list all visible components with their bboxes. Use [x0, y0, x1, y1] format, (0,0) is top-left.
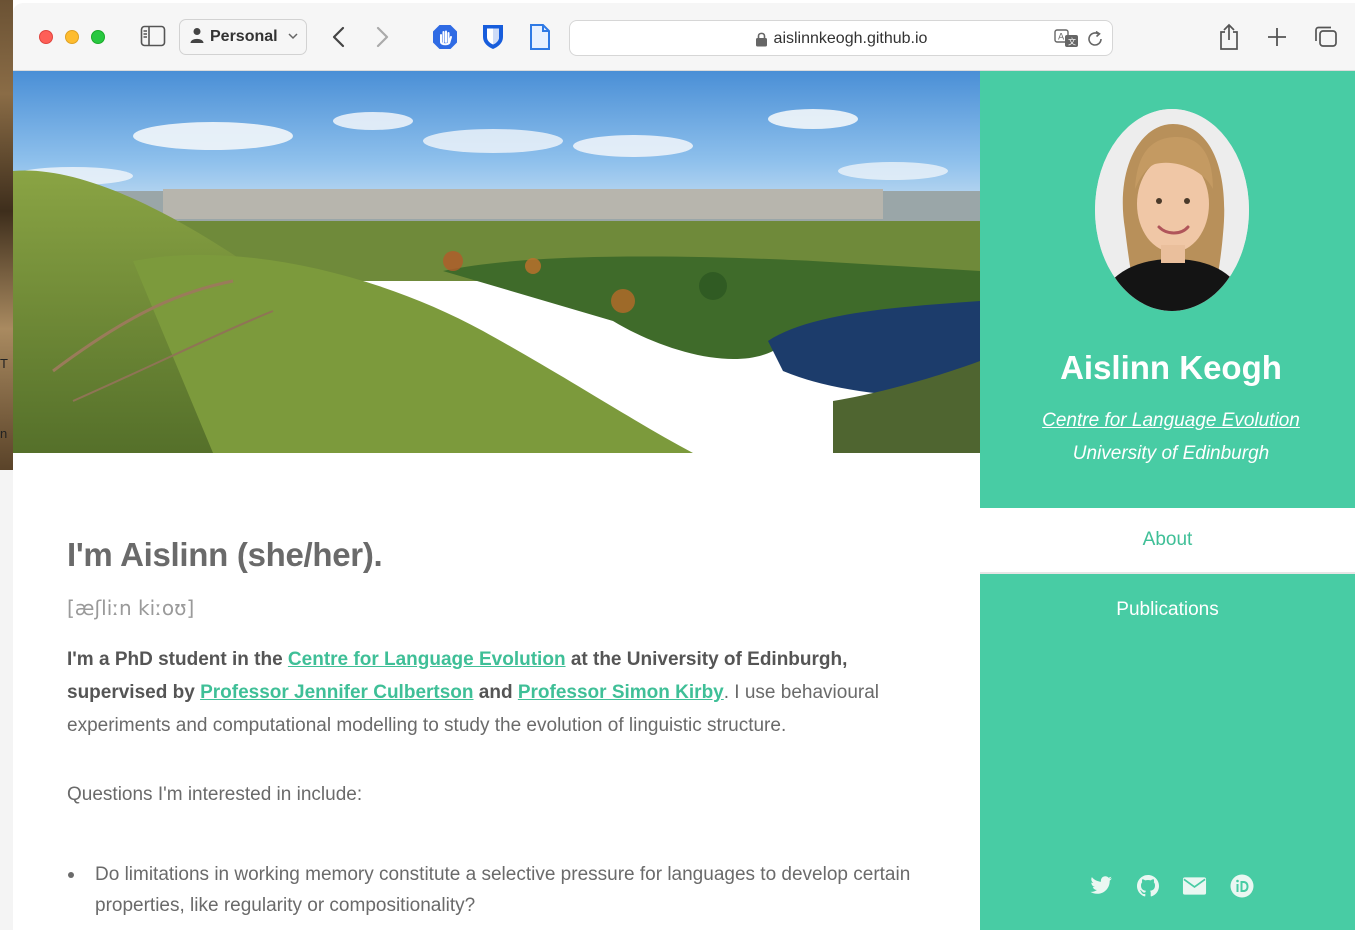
culbertson-link[interactable]: Professor Jennifer Culbertson [200, 682, 473, 703]
intro-text: and [473, 682, 518, 703]
plus-icon[interactable] [1265, 25, 1289, 49]
profile-label: Personal [210, 28, 278, 45]
pronunciation: [æʃliːn kiːoʊ] [67, 596, 195, 620]
url-text: aislinnkeogh.github.io [773, 30, 928, 47]
close-window-button[interactable] [39, 30, 53, 44]
github-icon[interactable] [1135, 873, 1160, 898]
document-icon[interactable] [527, 24, 553, 50]
avatar [1095, 109, 1249, 311]
hand-shield-icon[interactable] [432, 24, 458, 50]
share-icon[interactable] [1217, 23, 1241, 51]
back-icon[interactable] [326, 25, 350, 49]
desktop-edge: T n [0, 0, 13, 930]
intro-text: I'm a PhD student in the [67, 649, 288, 670]
cle-link[interactable]: Centre for Language Evolution [288, 649, 566, 670]
svg-text:A: A [1058, 33, 1065, 43]
sidebar-icon[interactable] [140, 25, 166, 47]
page-title: I'm Aislinn (she/her). [67, 536, 383, 573]
lock-icon [755, 31, 768, 47]
affiliation-link[interactable]: Centre for Language Evolution [1042, 410, 1300, 431]
kirby-link[interactable]: Professor Simon Kirby [518, 682, 724, 703]
twitter-icon[interactable] [1088, 873, 1113, 898]
email-icon[interactable] [1182, 873, 1207, 898]
header-photo [13, 71, 980, 453]
reload-icon[interactable] [1086, 30, 1104, 48]
list-item: Do limitations in working memory constit… [67, 859, 947, 921]
questions-label: Questions I'm interested in include: [67, 784, 363, 805]
main-column: I'm Aislinn (she/her). [æʃliːn kiːoʊ] I'… [13, 453, 980, 930]
questions-list: Do limitations in working memory constit… [67, 859, 947, 921]
desktop-text-fragment: T [0, 356, 8, 371]
browser-toolbar: Personal aislinnkeogh.github.io A 文 [13, 3, 1355, 71]
minimize-window-button[interactable] [65, 30, 79, 44]
person-icon [190, 27, 204, 48]
translate-icon[interactable]: A文 [1054, 29, 1080, 49]
page-content: I'm Aislinn (she/her). [æʃliːn kiːoʊ] I'… [13, 71, 1355, 930]
social-links [980, 873, 1355, 898]
forward-icon[interactable] [371, 25, 395, 49]
zoom-window-button[interactable] [91, 30, 105, 44]
desktop-text-fragment: n [0, 426, 8, 441]
profile-sidebar: Aislinn Keogh Centre for Language Evolut… [980, 71, 1355, 930]
nav-item-publications[interactable]: Publications [980, 577, 1355, 643]
bitwarden-icon[interactable] [480, 24, 506, 50]
svg-text:文: 文 [1068, 37, 1076, 47]
address-bar[interactable]: aislinnkeogh.github.io A文 [569, 20, 1113, 56]
affiliation-line: Centre for Language Evolution [980, 410, 1355, 432]
browser-window: Personal aislinnkeogh.github.io A 文 I'm … [13, 3, 1355, 930]
affiliation-university: University of Edinburgh [1072, 443, 1270, 464]
orcid-icon[interactable] [1229, 873, 1254, 898]
nav-item-about[interactable]: About [980, 508, 1355, 574]
desktop-wallpaper [0, 0, 13, 470]
tabs-icon[interactable] [1313, 25, 1339, 49]
chevron-down-icon [288, 31, 298, 43]
profile-button[interactable]: Personal [179, 19, 307, 55]
profile-name: Aislinn Keogh [1060, 349, 1282, 386]
intro-paragraph: I'm a PhD student in the Centre for Lang… [67, 643, 947, 742]
